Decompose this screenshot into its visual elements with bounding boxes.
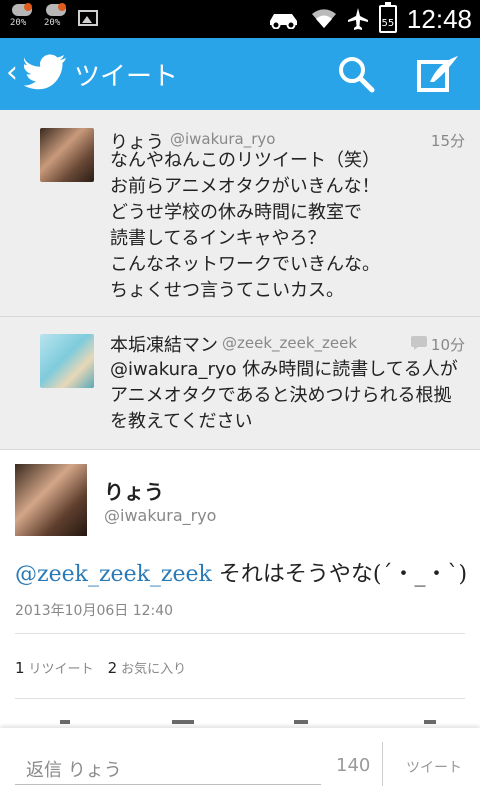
retweet-label: リツイート: [28, 662, 94, 677]
app-bar: ‹ ツイート: [0, 38, 480, 110]
twitter-bird-icon[interactable]: [24, 52, 68, 92]
badge-percent: 20%: [44, 18, 61, 28]
airplane-mode-icon: [347, 8, 368, 30]
tweet-author-handle: @iwakura_ryo: [170, 130, 276, 148]
search-icon[interactable]: [336, 54, 376, 94]
tweet-text: @iwakura_ryo 休み時間に読書してる人がアニメオタクであると決めつけら…: [110, 359, 458, 432]
tweet-timestamp: 10分: [430, 336, 465, 354]
notification-badge-icon: 20%: [10, 3, 34, 32]
compose-icon[interactable]: [416, 54, 460, 94]
tweet-author-handle: @iwakura_ryo: [104, 506, 217, 525]
reply-input-underline: [15, 784, 321, 785]
reply-icon[interactable]: [60, 720, 70, 724]
clock: 12:48: [406, 3, 472, 34]
tweet-text: @zeek_zeek_zeek それはそうやな(´・_・`): [15, 556, 467, 588]
car-icon: [269, 14, 297, 29]
divider: [15, 633, 465, 634]
more-icon[interactable]: [424, 720, 436, 724]
favorite-label: お気に入り: [121, 662, 187, 677]
avatar[interactable]: [15, 464, 87, 536]
back-chevron-icon[interactable]: ‹: [6, 58, 18, 88]
mention-link[interactable]: @zeek_zeek_zeek: [15, 562, 212, 587]
favorite-stat[interactable]: 2 お気に入り: [108, 658, 187, 677]
divider: [15, 698, 465, 699]
wifi-icon: [311, 9, 336, 28]
notification-icons: 20% 20%: [10, 3, 98, 32]
conversation-context: りょう @iwakura_ryo 15分 なんやねんこのリツイート（笑） お前ら…: [0, 110, 480, 450]
favorite-icon[interactable]: [294, 720, 308, 724]
favorite-count: 2: [107, 659, 118, 677]
battery-level: 55: [381, 18, 395, 29]
main-tweet: りょう @iwakura_ryo @zeek_zeek_zeek それはそうやな…: [0, 450, 480, 740]
status-bar: 20% 20% 55 12:48: [0, 0, 480, 38]
badge-percent: 20%: [10, 18, 27, 28]
reply-input[interactable]: 返信 りょう: [26, 756, 122, 782]
tweet-author-handle: @zeek_zeek_zeek: [222, 334, 358, 352]
system-icons: 55 12:48: [267, 0, 472, 38]
retweet-stat[interactable]: 1 リツイート: [15, 658, 94, 677]
tweet-date: 2013年10月06日 12:40: [15, 603, 174, 619]
tweet-text-body: それはそうやな(´・_・`): [211, 562, 468, 587]
retweet-icon[interactable]: [172, 720, 194, 724]
notification-badge-icon: 20%: [44, 3, 68, 32]
battery-icon: 55: [378, 2, 397, 33]
avatar[interactable]: [40, 334, 94, 388]
tweet-item[interactable]: 本垢凍結マン @zeek_zeek_zeek 10分 @iwakura_ryo …: [0, 317, 480, 450]
tweet-stats: 1 リツイート 2 お気に入り: [15, 658, 186, 677]
avatar[interactable]: [40, 128, 94, 182]
tweet-send-button[interactable]: ツイート: [406, 757, 462, 777]
reply-bar: 返信 りょう 140 ツイート: [0, 728, 480, 800]
retweet-count: 1: [15, 659, 25, 677]
divider: [382, 742, 383, 786]
tweet-item[interactable]: りょう @iwakura_ryo 15分 なんやねんこのリツイート（笑） お前ら…: [0, 110, 480, 315]
tweet-author-name: 本垢凍結マン: [110, 335, 218, 356]
tweet-text: なんやねんこのリツイート（笑） お前らアニメオタクがいきんな！ どうせ学校の休み…: [110, 150, 380, 301]
character-counter: 140: [336, 755, 371, 776]
page-title: ツイート: [74, 62, 179, 92]
conversation-bubble-icon: [411, 336, 427, 350]
image-notification-icon: [78, 10, 98, 26]
tweet-author-name[interactable]: りょう: [104, 476, 164, 505]
